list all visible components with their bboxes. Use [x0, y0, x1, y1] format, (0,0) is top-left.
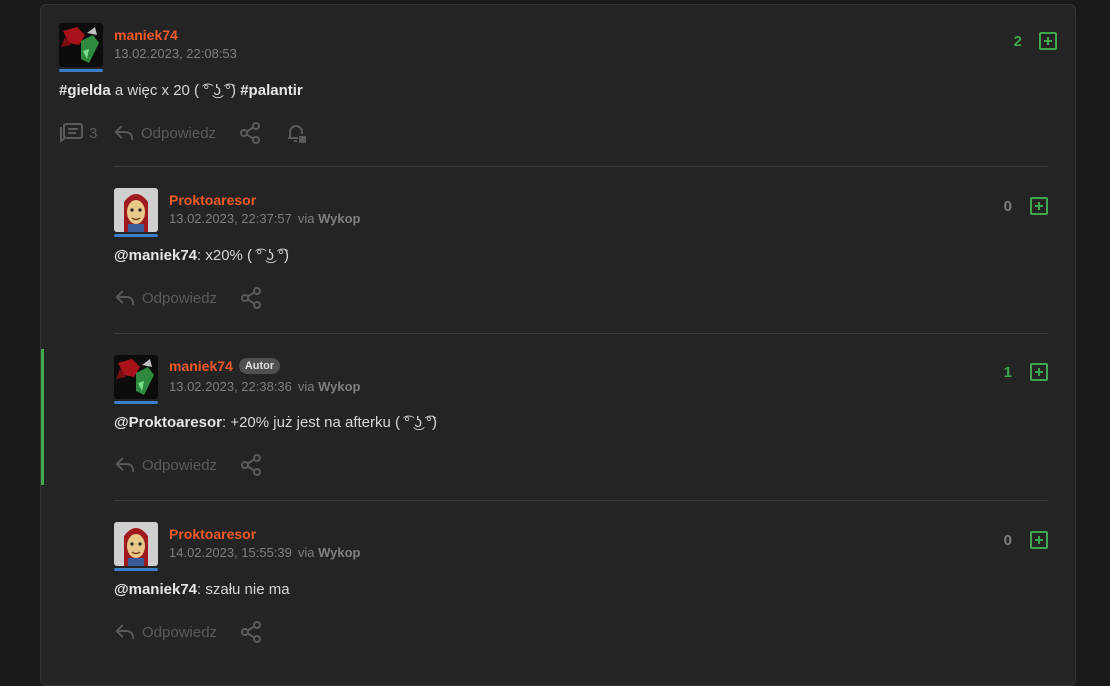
vote-count: 0 [1003, 198, 1012, 215]
post-text: a więc x 20 ( ͡° ͜ʖ ͡°) [110, 82, 241, 99]
avatar-image [114, 188, 158, 232]
comments-toggle[interactable]: 3 [59, 121, 113, 145]
comment-date: 13.02.2023, 22:37:57 via Wykop [169, 211, 361, 226]
notification-button[interactable] [284, 121, 308, 145]
notification-bell-icon [288, 125, 306, 143]
author-name[interactable]: maniek74 [114, 27, 178, 43]
reply-button[interactable]: Odpowiedz [114, 454, 239, 476]
comment-date-value: 13.02.2023, 22:37:57 [169, 211, 292, 226]
reply-label: Odpowiedz [142, 456, 218, 474]
tag-link[interactable]: #palantir [240, 82, 303, 99]
share-button[interactable] [239, 620, 263, 644]
share-button[interactable] [239, 286, 263, 310]
comment-text: : szału nie ma [197, 581, 290, 598]
comment-actions: Odpowiedz [114, 286, 263, 310]
post-actions: 3 Odpowiedz [59, 121, 308, 145]
comment-content: @maniek74: szału nie ma [114, 581, 290, 598]
plus-vote-icon[interactable] [1030, 363, 1048, 381]
comment-date-value: 13.02.2023, 22:38:36 [169, 379, 292, 394]
avatar-underline [114, 234, 158, 237]
comment-date: 14.02.2023, 15:55:39 via Wykop [169, 545, 361, 560]
divider [114, 166, 1048, 167]
plus-vote-icon[interactable] [1030, 531, 1048, 549]
reply-label: Odpowiedz [142, 289, 218, 307]
reply-icon [114, 454, 136, 476]
comment-actions: Odpowiedz [114, 453, 263, 477]
reply-button[interactable]: Odpowiedz [114, 621, 239, 643]
mention-link[interactable]: @maniek74 [114, 247, 197, 264]
author-badge: Autor [238, 358, 281, 374]
reply-label: Odpowiedz [141, 124, 217, 142]
comment-avatar[interactable] [114, 355, 158, 399]
comment-author[interactable]: Proktoaresor [169, 526, 256, 542]
comment-author-name[interactable]: maniek74 [169, 358, 233, 374]
comment-text: : x20% ( ͡° ͜ʖ ͡°) [197, 247, 290, 264]
divider [114, 500, 1048, 501]
reply-button[interactable]: Odpowiedz [113, 122, 238, 144]
vote-count: 2 [1013, 33, 1022, 50]
tag-link[interactable]: #gielda [59, 82, 111, 99]
reply-button[interactable]: Odpowiedz [114, 287, 239, 309]
reply-icon [114, 621, 136, 643]
comment-actions: Odpowiedz [114, 620, 263, 644]
comment-content: @maniek74: x20% ( ͡° ͜ʖ ͡°) [114, 247, 289, 264]
comment-date-value: 14.02.2023, 15:55:39 [169, 545, 292, 560]
mention-link[interactable]: @Proktoaresor [114, 414, 222, 431]
comment-date: 13.02.2023, 22:38:36 via Wykop [169, 379, 361, 394]
comments-count: 3 [89, 124, 98, 142]
share-icon [239, 286, 263, 310]
post-content: #gielda a więc x 20 ( ͡° ͜ʖ ͡°) #palanti… [59, 82, 303, 99]
reply-icon [113, 122, 135, 144]
reply-icon [114, 287, 136, 309]
via-source[interactable]: Wykop [318, 379, 360, 394]
avatar-image [114, 522, 158, 566]
mention-link[interactable]: @maniek74 [114, 581, 197, 598]
comment-avatar[interactable] [114, 522, 158, 566]
comment-avatar[interactable] [114, 188, 158, 232]
comment-author[interactable]: Proktoaresor [169, 192, 256, 208]
share-icon [239, 620, 263, 644]
divider [114, 333, 1048, 334]
comment-content: @Proktoaresor: +20% już jest na afterku … [114, 414, 437, 431]
avatar-image [114, 355, 158, 399]
author-avatar[interactable] [59, 23, 103, 67]
post-date: 13.02.2023, 22:08:53 [114, 46, 237, 61]
avatar-underline [59, 69, 103, 72]
plus-vote-icon[interactable] [1039, 32, 1057, 50]
entry-card: maniek74 13.02.2023, 22:08:53 2 #gielda … [40, 4, 1076, 686]
via-source[interactable]: Wykop [318, 545, 360, 560]
plus-vote-icon[interactable] [1030, 197, 1048, 215]
comments-icon [60, 123, 83, 143]
comment-author: maniek74 Autor [169, 358, 281, 374]
share-button[interactable] [238, 121, 284, 145]
vote-count: 0 [1003, 532, 1012, 549]
author-highlight-bar [41, 349, 44, 485]
via-prefix: via [297, 211, 319, 226]
avatar-underline [114, 401, 158, 404]
share-icon [238, 121, 262, 145]
via-prefix: via [297, 379, 319, 394]
avatar-underline [114, 568, 158, 571]
via-prefix: via [297, 545, 319, 560]
reply-label: Odpowiedz [142, 623, 218, 641]
share-icon [239, 453, 263, 477]
avatar-image [59, 23, 103, 67]
share-button[interactable] [239, 453, 263, 477]
vote-count: 1 [1003, 364, 1012, 381]
comment-text: : +20% już jest na afterku ( ͡° ͜ʖ ͡°) [222, 414, 438, 431]
via-source[interactable]: Wykop [318, 211, 360, 226]
